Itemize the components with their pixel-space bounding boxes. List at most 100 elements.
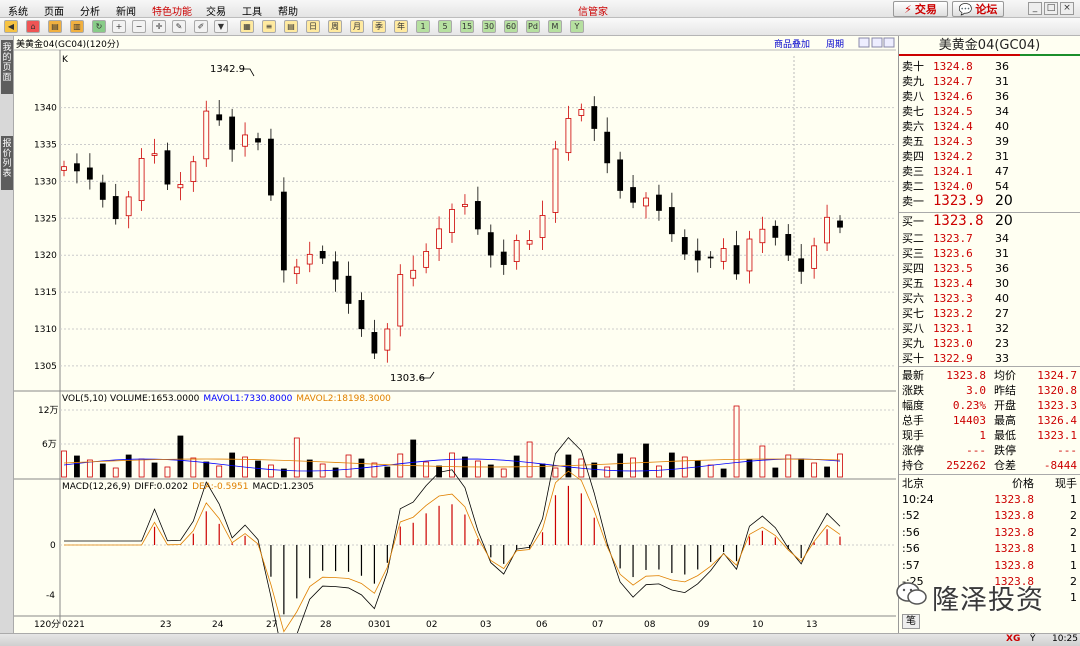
ask-label: 卖十 [902, 60, 924, 73]
mavol1-legend: MAVOL1:7330.8000 [203, 394, 292, 404]
minimize-icon[interactable]: _ [1028, 2, 1042, 15]
stat-row: 持仓 252262 仓差 -8444 [899, 458, 1080, 473]
bid-row: 买五 1323.4 30 [899, 276, 1080, 291]
ask-row: 卖三 1324.1 47 [899, 164, 1080, 179]
refresh-icon[interactable]: ↻ [92, 20, 106, 33]
macd-value-legend: MACD:1.2305 [253, 482, 315, 492]
tab-quote-list[interactable]: 报价列表 [1, 136, 13, 190]
volume-bar [203, 461, 210, 478]
grid-icon[interactable]: ▦ [240, 20, 254, 33]
ticks-divider [899, 474, 1080, 475]
bid-label: 买一 [902, 215, 924, 228]
volume-bar [837, 453, 843, 478]
ask-price: 1324.0 [933, 180, 973, 193]
volume-bar [61, 450, 67, 478]
sheet-icon[interactable]: ▤ [284, 20, 298, 33]
notebook-icon[interactable]: ▤ [48, 20, 62, 33]
ask-vol: 31 [995, 75, 1009, 88]
menu-bar: 系统 页面 分析 新闻 特色功能 交易 工具 帮助 信管家 ⚡ 交易 💬 论坛 _ … [0, 0, 1080, 18]
chart-area[interactable]: 美黄金04(GC04)(120分) 商品叠加 周期 K 1305 1310 1315… [14, 36, 896, 634]
tick-row: :57 1323.8 1 [899, 558, 1080, 573]
price-tick: 1335 [34, 141, 57, 151]
candle-body [61, 166, 67, 171]
volume-bar [694, 460, 701, 478]
menu-trade[interactable]: 交易 [206, 3, 226, 18]
expand-icon[interactable] [871, 37, 883, 48]
forum-button[interactable]: 💬 论坛 [952, 1, 1004, 17]
period-day[interactable]: 日 [306, 20, 320, 33]
candle-body [591, 106, 598, 129]
volume-bar [772, 467, 779, 478]
ask-vol: 31 [995, 150, 1009, 163]
ask-vol: 54 [995, 180, 1009, 193]
period-5min[interactable]: 5 [438, 20, 452, 33]
period-link[interactable]: 周期 [826, 39, 844, 50]
menu-help[interactable]: 帮助 [278, 3, 298, 18]
bid-vol: 27 [995, 307, 1009, 320]
candle-body [604, 131, 611, 164]
menu-tools[interactable]: 工具 [242, 3, 262, 18]
period-1min[interactable]: 1 [416, 20, 430, 33]
candle-body [681, 237, 688, 255]
overlay-link[interactable]: 商品叠加 [774, 38, 810, 50]
zoom-out-icon[interactable]: − [132, 20, 146, 33]
candle-body [306, 253, 313, 265]
kline-chart[interactable]: 美黄金04(GC04)(120分) 商品叠加 周期 K 130513101315… [14, 36, 896, 634]
period-week[interactable]: 周 [328, 20, 342, 33]
tab-ticks[interactable]: 笔 [902, 614, 920, 629]
x-date-label: 06 [536, 620, 548, 630]
stat-value: --- [1057, 444, 1077, 457]
period-15min[interactable]: 15 [460, 20, 474, 33]
candle-body [229, 116, 236, 150]
diff-legend: DIFF:0.0202 [134, 482, 188, 492]
folder-icon[interactable]: ▥ [70, 20, 84, 33]
stat-value: --- [966, 444, 986, 457]
x-date-label: 28 [320, 620, 332, 630]
candle-body [811, 245, 818, 269]
zoom-in-icon[interactable]: + [112, 20, 126, 33]
period-year[interactable]: 年 [394, 20, 408, 33]
ask-price: 1324.3 [933, 135, 973, 148]
bid-row: 买三 1323.6 31 [899, 246, 1080, 261]
stat-row: 幅度 0.23% 开盘 1323.3 [899, 398, 1080, 413]
trade-button[interactable]: ⚡ 交易 [893, 1, 948, 17]
period-y[interactable]: Y [570, 20, 584, 33]
ask-vol: 20 [995, 193, 1013, 209]
menu-system[interactable]: 系统 [8, 3, 28, 18]
bid-label: 买七 [902, 307, 924, 320]
orderbook-divider [899, 212, 1080, 213]
candle-body [617, 159, 624, 191]
filter-icon[interactable]: ▼ [214, 20, 228, 33]
bid-vol: 34 [995, 232, 1009, 245]
close-icon[interactable]: × [1060, 2, 1074, 15]
brush-icon[interactable]: ✐ [194, 20, 208, 33]
price-tick: 1330 [34, 177, 57, 187]
period-month[interactable]: 月 [350, 20, 364, 33]
volume-bar [643, 443, 649, 478]
stat-value: 1320.8 [1037, 384, 1077, 397]
bid-price: 1323.1 [933, 322, 973, 335]
list-icon[interactable]: ≡ [262, 20, 276, 33]
menu-news[interactable]: 新闻 [116, 3, 136, 18]
maximize-icon[interactable]: □ [1044, 2, 1058, 15]
bid-price: 1322.9 [933, 352, 973, 365]
candle-body [332, 261, 339, 280]
period-60min[interactable]: 60 [504, 20, 518, 33]
menu-analysis[interactable]: 分析 [80, 3, 100, 18]
home-icon[interactable]: ⌂ [26, 20, 40, 33]
bid-price: 1323.3 [933, 292, 973, 305]
zoom-icon[interactable] [858, 37, 870, 48]
restore-icon[interactable] [883, 37, 895, 48]
menu-features[interactable]: 特色功能 [152, 3, 192, 18]
crosshair-icon[interactable]: ✛ [152, 20, 166, 33]
period-30min[interactable]: 30 [482, 20, 496, 33]
period-m[interactable]: M [548, 20, 562, 33]
period-quarter[interactable]: 季 [372, 20, 386, 33]
tick-row: 10:24 1323.8 1 [899, 492, 1080, 507]
pen-icon[interactable]: ✎ [172, 20, 186, 33]
tab-my-page[interactable]: 我的页面 [1, 40, 13, 94]
back-icon[interactable]: ◀ [4, 20, 18, 33]
period-pd[interactable]: Pd [526, 20, 540, 33]
menu-page[interactable]: 页面 [44, 3, 64, 18]
bid-label: 买二 [902, 232, 924, 245]
